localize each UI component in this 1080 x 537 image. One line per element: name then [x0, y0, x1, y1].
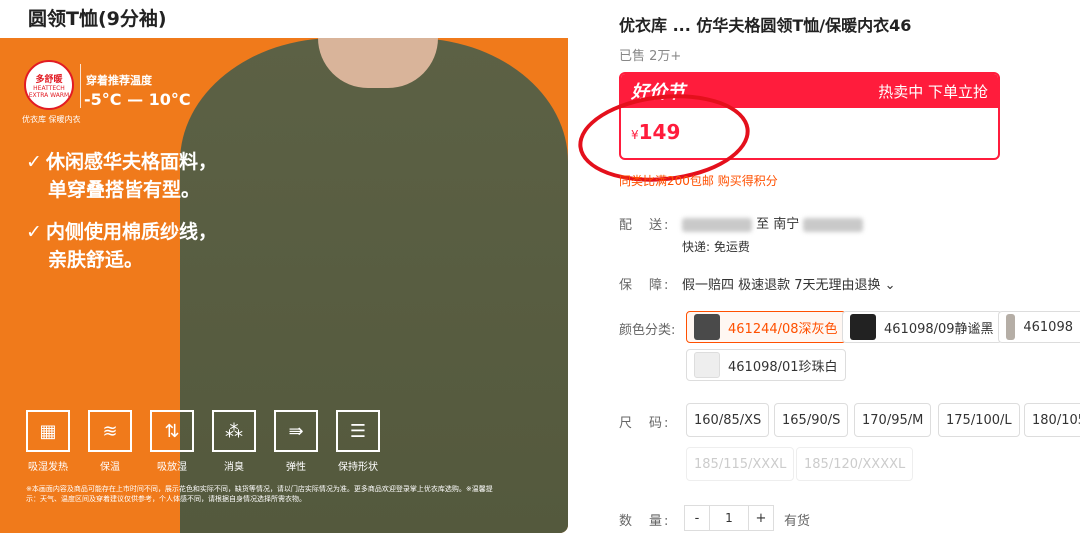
- size-option-s[interactable]: 165/90/S: [774, 403, 849, 437]
- badge-subtitle: HEATTECH EXTRA WARM: [28, 84, 70, 99]
- grid-icon: ▦: [26, 410, 70, 452]
- stock-status: 有货: [784, 514, 811, 529]
- sold-count: 已售 2万+: [619, 49, 682, 64]
- feature-1-line-2: 单穿叠搭皆有型。: [48, 179, 201, 201]
- size-option-l[interactable]: 175/100/L: [938, 403, 1020, 437]
- feature-icon-label: 消臭: [224, 462, 244, 473]
- feature-2-line-1: 内侧使用棉质纱线，: [46, 221, 218, 243]
- moisture-icon: ⇅: [150, 410, 194, 452]
- feature-1-line-1: 休闲感华夫格面料，: [46, 151, 218, 173]
- size-option-xxxl[interactable]: 185/115/XXXL: [686, 447, 795, 481]
- disclaimer-text: ※本画面内容及商品可能存在上市时间不同，展示花色和实际不同，缺货等情况，请以门店…: [26, 485, 493, 503]
- feature-icon-item: ≋ 保温: [88, 410, 132, 473]
- hot-sale-label: 热卖中 下单立抢: [878, 82, 988, 101]
- brand-caption: 优衣库 保暖内衣: [22, 115, 81, 124]
- badge-divider: [80, 64, 81, 108]
- shape-icon: ☰: [336, 410, 380, 452]
- feature-icon-label: 弹性: [286, 462, 306, 473]
- check-icon: ✓: [26, 221, 42, 243]
- feature-icons-row: ▦ 吸湿发热 ≋ 保温 ⇅ 吸放湿 ⁂ 消臭 ⇛ 弹性 ☰ 保持形状: [26, 410, 380, 473]
- color-label: 颜色分类:: [619, 323, 676, 338]
- color-option-label: 461098/01珍珠白: [728, 359, 838, 375]
- decrement-button[interactable]: -: [684, 505, 710, 531]
- feature-1: ✓ 休闲感华夫格面料， 单穿叠搭皆有型。: [26, 148, 217, 204]
- quantity-input[interactable]: 1: [710, 505, 748, 531]
- color-option-label: 461098/09静谧黑: [884, 321, 994, 337]
- feature-2: ✓ 内侧使用棉质纱线， 亲肤舒适。: [26, 218, 217, 274]
- size-option-xxxxl[interactable]: 185/120/XXXXL: [796, 447, 914, 481]
- wave-icon: ≋: [88, 410, 132, 452]
- color-option-pearl-white[interactable]: 461098/01珍珠白: [686, 349, 846, 381]
- feature-icon-label: 吸放湿: [157, 462, 187, 473]
- quantity-label: 数 量:: [619, 514, 671, 529]
- redacted-origin: [682, 217, 752, 232]
- color-option-dark-gray[interactable]: 461244/08深灰色: [686, 311, 846, 343]
- promo-text: 同类比满200包邮 购买得积分: [619, 174, 778, 188]
- size-option-xs[interactable]: 160/85/XS: [686, 403, 770, 437]
- feature-icon-label: 保持形状: [338, 462, 378, 473]
- size-option-m[interactable]: 170/95/M: [854, 403, 932, 437]
- badge-title: 多舒暖: [35, 74, 63, 85]
- delivery-to: 至: [756, 217, 770, 232]
- temperature-label: 穿着推荐温度: [86, 74, 152, 87]
- size-label: 尺 码:: [619, 416, 671, 431]
- feature-icon-label: 吸湿发热: [28, 462, 68, 473]
- feature-2-line-2: 亲肤舒适。: [48, 249, 144, 271]
- deodorize-icon: ⁂: [212, 410, 256, 452]
- check-icon: ✓: [26, 151, 42, 173]
- feature-icon-item: ⇛ 弹性: [274, 410, 318, 473]
- temperature-range: -5°C — 10°C: [84, 90, 191, 109]
- redacted-city: [803, 217, 864, 232]
- shipping-fee: 快递: 免运费: [682, 240, 750, 254]
- color-option-label: 461098: [1023, 319, 1073, 335]
- color-option-black[interactable]: 461098/09静谧黑: [842, 311, 1002, 343]
- feature-icon-item: ⁂ 消臭: [212, 410, 256, 473]
- feature-icon-item: ⇅ 吸放湿: [150, 410, 194, 473]
- delivery-info[interactable]: 至 南宁: [682, 213, 864, 232]
- color-thumbnail: [694, 314, 720, 340]
- guarantee-label: 保 障:: [619, 278, 671, 293]
- product-title: 优衣库 ... 仿华夫格圆领T恤/保暖内衣46: [619, 16, 912, 35]
- delivery-label: 配 送:: [619, 218, 671, 233]
- heattech-badge: 多舒暖 HEATTECH EXTRA WARM: [24, 60, 74, 110]
- delivery-city: 南宁: [773, 217, 800, 232]
- quantity-stepper: - 1 +: [684, 505, 774, 531]
- guarantee-info[interactable]: 假一赔四 极速退款 7天无理由退换 ⌄: [682, 274, 896, 293]
- size-option-xl[interactable]: 180/105: [1024, 403, 1080, 437]
- color-thumbnail: [850, 314, 876, 340]
- feature-icon-item: ☰ 保持形状: [336, 410, 380, 473]
- color-option-label: 461244/08深灰色: [728, 321, 838, 337]
- feature-icon-item: ▦ 吸湿发热: [26, 410, 70, 473]
- product-hero-image[interactable]: 多舒暖 HEATTECH EXTRA WARM 优衣库 保暖内衣 穿着推荐温度 …: [0, 38, 568, 533]
- stretch-icon: ⇛: [274, 410, 318, 452]
- color-thumbnail: [1006, 314, 1016, 340]
- color-thumbnail: [694, 352, 720, 378]
- feature-icon-label: 保温: [100, 462, 120, 473]
- product-image-title: 圆领T恤(9分袖): [28, 8, 167, 30]
- increment-button[interactable]: +: [748, 505, 774, 531]
- color-option-gray[interactable]: 461098: [998, 311, 1080, 343]
